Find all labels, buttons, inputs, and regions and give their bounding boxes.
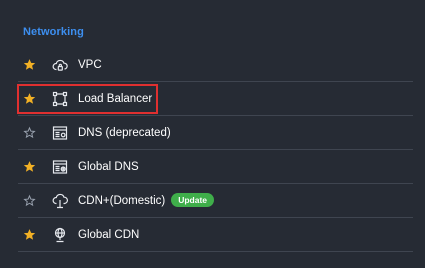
menu-item-label: CDN+(Domestic) Update: [78, 192, 215, 207]
star-icon[interactable]: [22, 92, 36, 106]
star-icon[interactable]: [22, 58, 36, 72]
networking-menu: VPC Load Balancer DNS (deprecated) Globa…: [18, 48, 413, 252]
menu-item-label: VPC: [78, 58, 102, 71]
menu-item-label: DNS (deprecated): [78, 126, 171, 139]
update-badge: Update: [171, 192, 215, 207]
star-outline-icon[interactable]: [22, 126, 36, 140]
menu-item-global-dns[interactable]: Global DNS: [18, 150, 413, 184]
menu-item-dns[interactable]: DNS (deprecated): [18, 116, 413, 150]
load-balancer-icon: [52, 91, 68, 107]
global-cdn-icon: [52, 227, 68, 243]
menu-item-text: CDN+(Domestic): [78, 194, 166, 207]
cdn-icon: [52, 193, 68, 209]
global-dns-icon: [52, 159, 68, 175]
star-outline-icon[interactable]: [22, 194, 36, 208]
star-icon[interactable]: [22, 160, 36, 174]
cloud-lock-icon: [52, 57, 68, 73]
dns-icon: [52, 125, 68, 141]
star-icon[interactable]: [22, 228, 36, 242]
menu-item-global-cdn[interactable]: Global CDN: [18, 218, 413, 252]
menu-item-label: Load Balancer: [78, 92, 153, 105]
menu-item-label: Global DNS: [78, 160, 139, 173]
menu-item-vpc[interactable]: VPC: [18, 48, 413, 82]
menu-item-load-balancer[interactable]: Load Balancer: [18, 82, 413, 116]
menu-item-label: Global CDN: [78, 228, 140, 241]
section-title: Networking: [23, 26, 84, 38]
menu-item-cdn-domestic[interactable]: CDN+(Domestic) Update: [18, 184, 413, 218]
